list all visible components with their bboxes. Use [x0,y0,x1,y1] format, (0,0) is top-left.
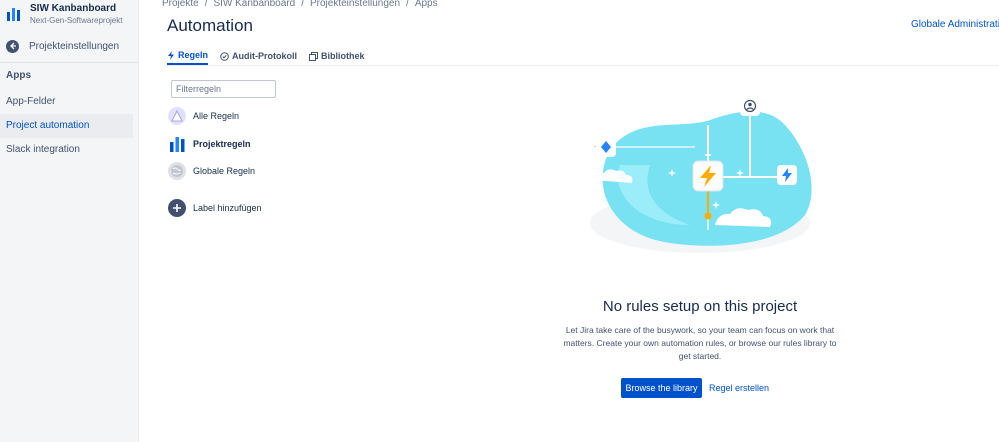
breadcrumb-item[interactable]: Projekte [162,0,199,9]
breadcrumb-separator: / [204,0,208,9]
browse-library-button[interactable]: Browse the library [621,378,702,398]
rule-group-label: Alle Regeln [193,111,240,121]
global-administration-link[interactable]: Globale Administration [911,19,999,30]
breadcrumb-item[interactable]: Apps [415,0,438,9]
back-label: Projekteinstellungen [29,40,120,52]
breadcrumb-item[interactable]: SIW Kanbanboard [213,0,295,9]
add-label-button[interactable]: Label hinzufügen [168,199,262,217]
breadcrumb-separator: / [301,0,304,9]
tab-bar: Regeln Audit-Protokoll Bibliothek [167,50,365,65]
project-type: Next-Gen-Softwareprojekt [30,16,123,25]
tab-library[interactable]: Bibliothek [309,50,365,65]
rule-group-label: Globale Regeln [193,166,256,176]
breadcrumb-item[interactable]: Projekteinstellungen [310,0,400,9]
breadcrumb-separator: / [406,0,409,9]
page-title: Automation [167,16,253,35]
arrow-left-icon [6,39,19,53]
project-header[interactable]: SIW Kanbanboard Next-Gen-Softwareprojekt [6,3,122,27]
sidebar-item-project-automation[interactable]: Project automation [0,114,133,138]
tab-audit-log-label: Audit-Protokoll [232,51,298,61]
sidebar-section-heading: Apps [6,70,31,81]
rule-group-project[interactable]: Projektregeln [168,135,251,153]
plus-icon [168,199,186,217]
sidebar-divider [0,62,138,63]
check-circle-icon [220,51,229,61]
project-rules-icon [168,135,186,153]
tab-divider [167,65,999,66]
sidebar: SIW Kanbanboard Next-Gen-Softwareprojekt… [0,0,139,442]
empty-state-title: No rules setup on this project [602,298,798,315]
tab-audit-log[interactable]: Audit-Protokoll [220,50,297,65]
rule-group-global[interactable]: Globale Regeln [168,162,255,180]
copy-icon [309,51,319,61]
rule-group-all[interactable]: Alle Regeln [168,107,239,125]
automation-illustration [590,96,812,253]
bolt-icon [168,50,174,60]
breadcrumb: Projekte / SIW Kanbanboard / Projekteins… [162,0,438,9]
rule-group-label: Projektregeln [193,139,251,149]
create-rule-link[interactable]: Regel erstellen [709,383,769,393]
filter-rules-input[interactable] [171,80,276,98]
globe-icon [168,162,186,180]
sidebar-item-slack-integration[interactable]: Slack integration [0,138,133,162]
project-name: SIW Kanbanboard [30,3,117,14]
empty-state-description: Let Jira take care of the busywork, so y… [563,325,837,361]
back-to-settings-link[interactable]: Projekteinstellungen [6,38,119,54]
add-label-text: Label hinzufügen [193,203,262,213]
sidebar-item-app-fields[interactable]: App-Felder [0,90,133,114]
tab-rules-label: Regeln [178,50,209,60]
tab-library-label: Bibliothek [321,51,365,61]
tab-rules[interactable]: Regeln [167,50,209,65]
all-rules-icon [168,107,186,125]
project-logo-icon [7,8,20,21]
